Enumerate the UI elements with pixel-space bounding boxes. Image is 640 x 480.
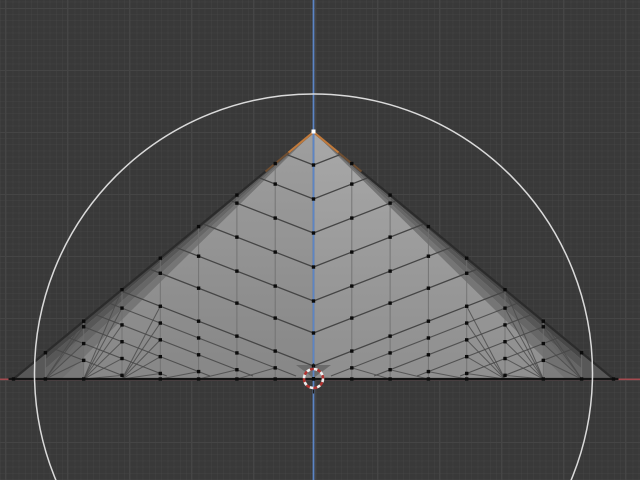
viewport-canvas[interactable] [0, 0, 640, 480]
selected-vertex[interactable] [311, 129, 316, 134]
viewport-3d[interactable] [0, 0, 640, 480]
